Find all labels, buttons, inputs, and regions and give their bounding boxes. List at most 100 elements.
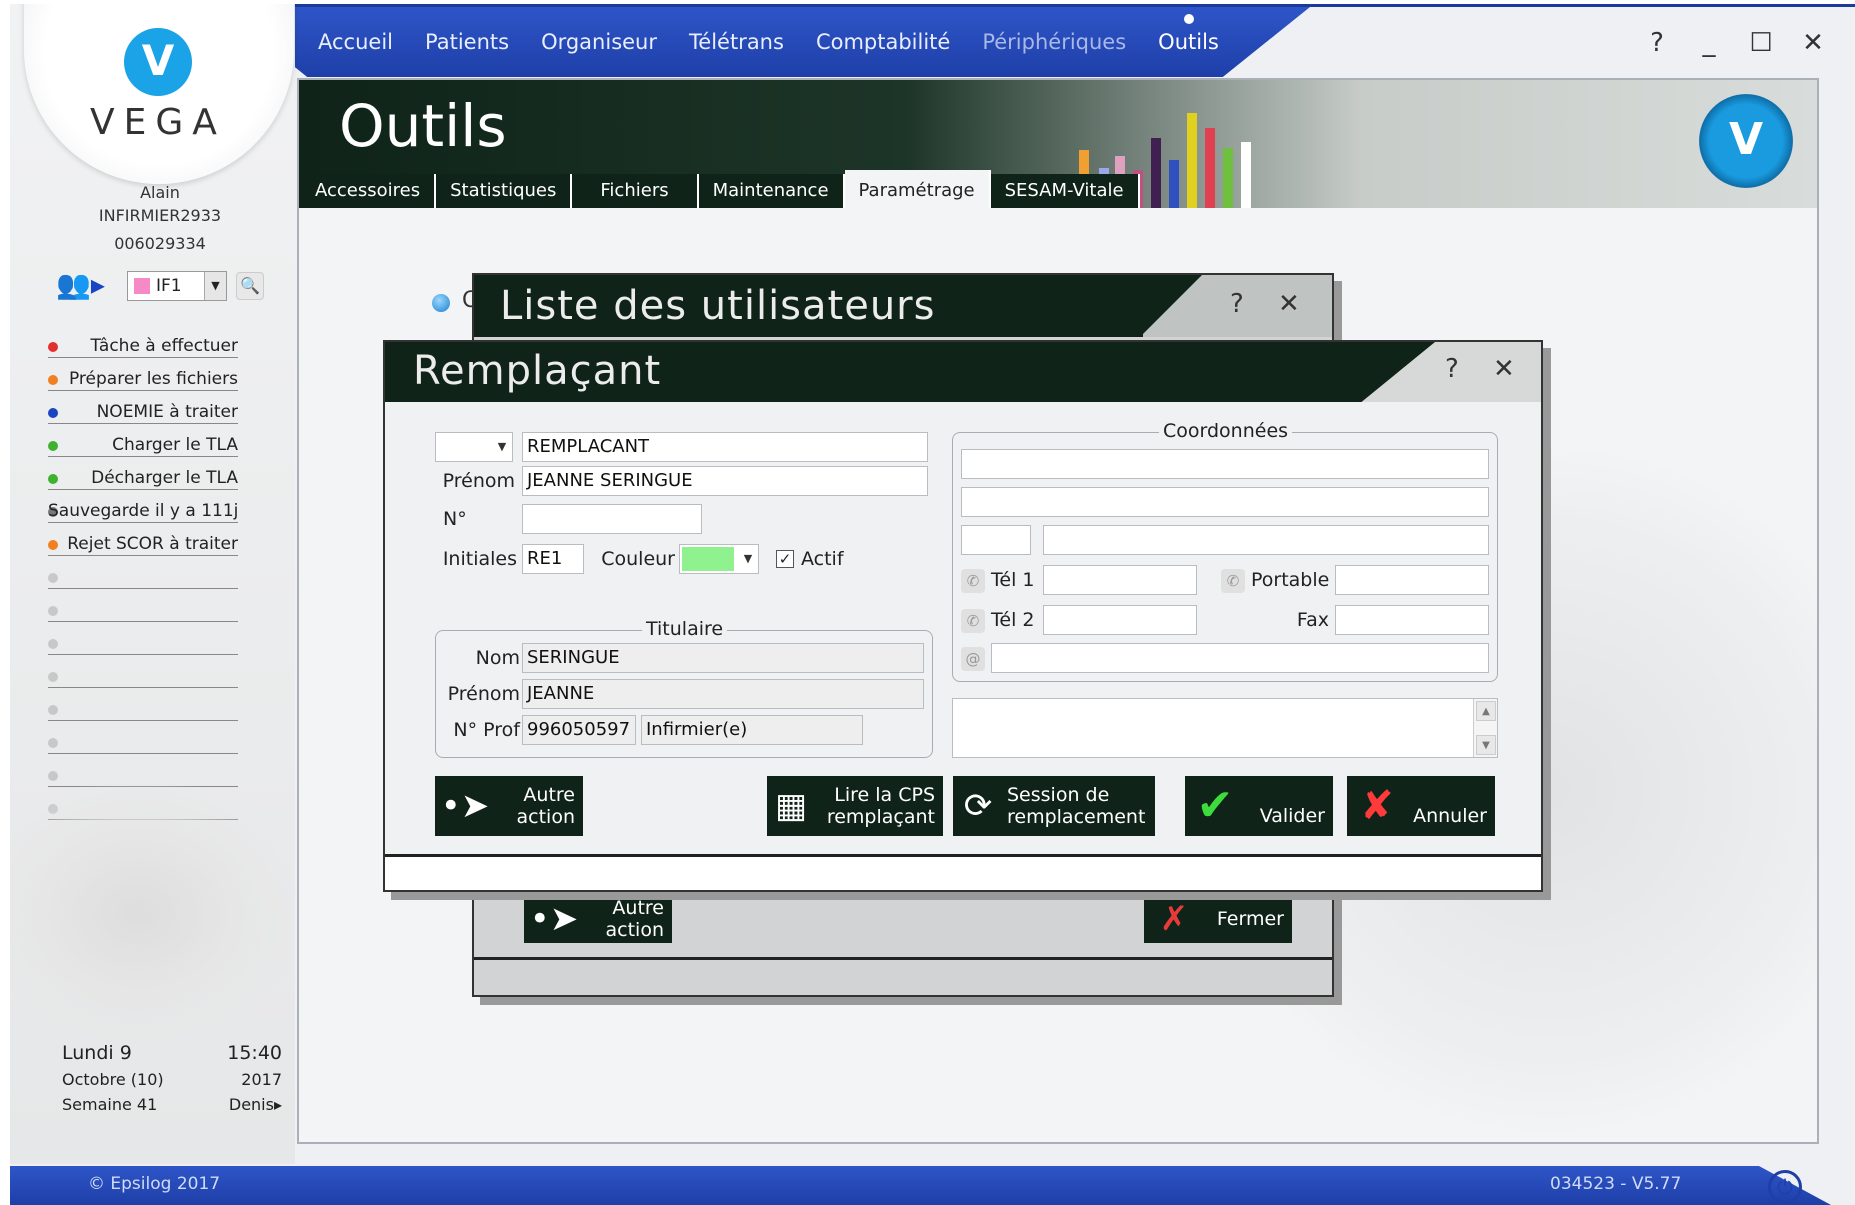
users-list-autre-action-button[interactable]: •➤ Autre action	[524, 895, 672, 943]
date-time: 15:40	[227, 1042, 282, 1064]
titulaire-title: Titulaire	[642, 618, 728, 640]
minimize-icon[interactable]: _	[1692, 28, 1726, 58]
sidebar-task-label	[48, 666, 238, 688]
date-saint[interactable]: Denis▸	[229, 1095, 282, 1120]
postal-code-field[interactable]	[961, 525, 1031, 555]
tel2-field[interactable]	[1043, 605, 1197, 635]
address-line-2-field[interactable]	[961, 487, 1489, 517]
scroll-up-icon[interactable]: ▲	[1476, 701, 1496, 721]
lire-cps-button[interactable]: ▦ Lire la CPS remplaçant	[767, 776, 943, 836]
sidebar-task-item[interactable]	[48, 660, 238, 693]
nav-patients[interactable]: Patients	[409, 24, 525, 60]
tab-accessoires[interactable]: Accessoires	[301, 174, 437, 208]
sidebar-task-item[interactable]: Sauvegarde il y a 111j	[48, 495, 238, 528]
nav-peripheriques[interactable]: Périphériques	[966, 24, 1142, 60]
sidebar-task-item[interactable]	[48, 693, 238, 726]
profile-select[interactable]: IF1 ▼	[127, 271, 227, 301]
tab-parametrage[interactable]: Paramétrage	[844, 170, 991, 208]
status-bar: © Epsilog 2017 034523 - V5.77	[10, 1166, 1855, 1205]
numero-field[interactable]	[522, 504, 702, 534]
notes-scrollbar[interactable]: ▲ ▼	[1473, 699, 1497, 757]
help-icon[interactable]: ?	[1640, 28, 1674, 58]
sidebar-task-item[interactable]: Préparer les fichiers	[48, 363, 238, 396]
actif-checkbox[interactable]: ✓	[776, 550, 794, 568]
sidebar-task-label	[48, 732, 238, 754]
sidebar-task-item[interactable]: Charger le TLA	[48, 429, 238, 462]
sidebar-task-item[interactable]	[48, 627, 238, 660]
sidebar-task-label: Sauvegarde il y a 111j	[48, 500, 238, 523]
tab-fichiers[interactable]: Fichiers	[572, 174, 699, 208]
sidebar-task-item[interactable]	[48, 726, 238, 759]
phone-icon[interactable]: ✆	[961, 569, 985, 593]
nav-accueil[interactable]: Accueil	[302, 24, 409, 60]
profile-select-value: IF1	[156, 276, 182, 296]
arrow-dots-icon: •➤	[440, 786, 490, 826]
vega-logo-icon: V	[124, 28, 192, 96]
tab-sesam-vitale[interactable]: SESAM-Vitale	[990, 174, 1140, 208]
close-icon[interactable]: ✕	[1796, 28, 1830, 58]
nav-organiseur[interactable]: Organiseur	[525, 24, 673, 60]
users-list-close-icon[interactable]: ✕	[1278, 289, 1300, 319]
notes-textarea[interactable]	[952, 698, 1498, 758]
nav-outils[interactable]: Outils	[1142, 14, 1235, 60]
red-x-icon: ✘	[1360, 783, 1394, 829]
nom-field[interactable]: REMPLACANT	[522, 432, 928, 462]
power-icon[interactable]: ⏻	[1768, 1170, 1802, 1204]
remplacant-footer	[385, 857, 1541, 890]
city-field[interactable]	[1043, 525, 1489, 555]
session-remplacement-button[interactable]: ⟳ Session de remplacement	[953, 776, 1155, 836]
coordonnees-title: Coordonnées	[1159, 420, 1293, 442]
main-nav: Accueil Patients Organiseur Télétrans Co…	[302, 14, 1235, 60]
remplacant-dialog: Remplaçant ? ✕ ▼ REMPLACANT Prénom JEANN…	[383, 340, 1543, 892]
remplacant-close-icon[interactable]: ✕	[1493, 354, 1515, 384]
users-list-footer-line	[474, 957, 1332, 960]
sidebar-task-item[interactable]: Décharger le TLA	[48, 462, 238, 495]
annuler-button[interactable]: ✘ Annuler	[1347, 776, 1495, 836]
left-sidebar: V VEGA Alain INFIRMIER2933 006029334 👥▸ …	[10, 4, 295, 1164]
users-icon[interactable]: 👥▸	[56, 268, 105, 301]
email-field[interactable]	[991, 643, 1489, 673]
sidebar-task-item[interactable]	[48, 561, 238, 594]
chevron-down-icon: ▼	[743, 552, 753, 565]
initiales-field[interactable]: RE1	[522, 544, 584, 574]
civility-select[interactable]: ▼	[435, 432, 513, 462]
date-block: Lundi 9 15:40 Octobre (10) 2017 Semaine 41…	[62, 1042, 282, 1120]
nav-teletrans[interactable]: Télétrans	[673, 24, 800, 60]
tel1-label: Tél 1	[991, 569, 1035, 591]
search-icon[interactable]: 🔍	[236, 272, 264, 300]
green-check-icon: ✔	[1196, 780, 1234, 831]
list-bullet-icon	[432, 294, 450, 312]
tel2-label: Tél 2	[991, 609, 1035, 631]
sidebar-task-label	[48, 699, 238, 721]
couleur-select[interactable]: ▼	[679, 544, 759, 574]
remplacant-dialog-title: Remplaçant	[413, 348, 662, 394]
titulaire-nom-field: SERINGUE	[522, 643, 924, 673]
maximize-icon[interactable]: ☐	[1744, 28, 1778, 58]
tab-statistiques[interactable]: Statistiques	[436, 174, 573, 208]
profile-color-swatch	[134, 278, 150, 294]
prenom-field[interactable]: JEANNE SERINGUE	[522, 466, 928, 496]
address-line-1-field[interactable]	[961, 449, 1489, 479]
sidebar-task-item[interactable]	[48, 594, 238, 627]
phone-icon[interactable]: ✆	[961, 609, 985, 633]
chevron-down-icon[interactable]: ▼	[204, 272, 226, 300]
sidebar-task-item[interactable]: NOEMIE à traiter	[48, 396, 238, 429]
sidebar-task-label	[48, 600, 238, 622]
tel1-field[interactable]	[1043, 565, 1197, 595]
user-id: INFIRMIER2933	[98, 206, 222, 225]
user-name: Alain	[140, 183, 180, 202]
users-list-help-icon[interactable]: ?	[1230, 289, 1244, 319]
remplacant-help-icon[interactable]: ?	[1445, 354, 1459, 384]
users-list-fermer-button[interactable]: ✗ Fermer	[1144, 895, 1292, 943]
portable-field[interactable]	[1335, 565, 1489, 595]
scroll-down-icon[interactable]: ▼	[1476, 735, 1496, 755]
mobile-phone-icon[interactable]: ✆	[1221, 569, 1245, 593]
sidebar-task-item[interactable]: Rejet SCOR à traiter	[48, 528, 238, 561]
tab-maintenance[interactable]: Maintenance	[698, 174, 845, 208]
sidebar-task-item[interactable]: Tâche à effectuer	[48, 330, 238, 363]
valider-button[interactable]: ✔ Valider	[1185, 776, 1333, 836]
email-icon[interactable]: @	[961, 647, 985, 671]
autre-action-button[interactable]: •➤ Autre action	[435, 776, 583, 836]
fax-field[interactable]	[1335, 605, 1489, 635]
nav-comptabilite[interactable]: Comptabilité	[800, 24, 966, 60]
